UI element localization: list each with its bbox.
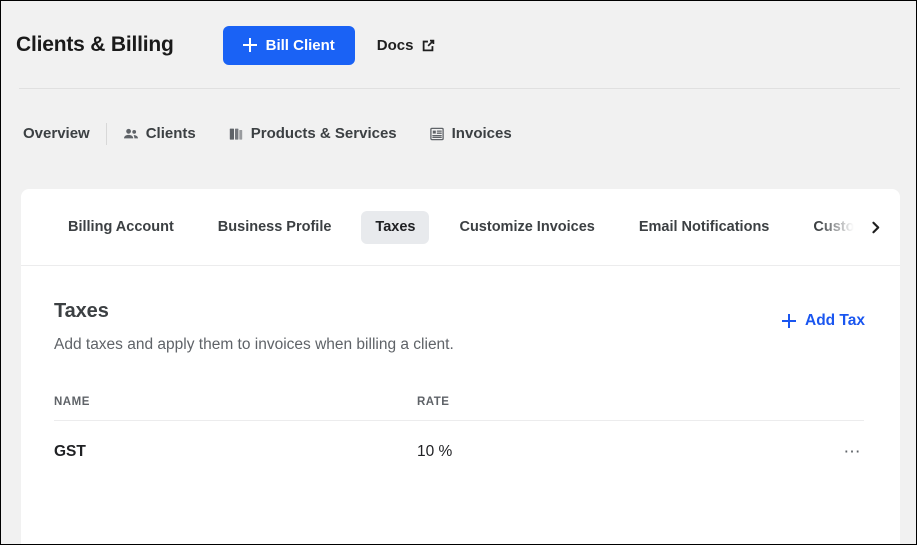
docs-link[interactable]: Docs: [377, 37, 437, 54]
tabstrip-scroll[interactable]: Billing Account Business Profile Taxes C…: [21, 189, 900, 265]
nav-item-label: Overview: [23, 125, 90, 142]
page-title: Clients & Billing: [16, 33, 174, 57]
bill-client-label: Bill Client: [266, 37, 335, 54]
page-header: Clients & Billing Bill Client Docs: [1, 1, 917, 89]
people-icon: [123, 126, 139, 142]
plus-icon: [243, 38, 257, 52]
nav-item-products-services[interactable]: Products & Services: [228, 121, 397, 146]
tab-label: Email Notifications: [639, 219, 770, 235]
tab-business-profile[interactable]: Business Profile: [204, 211, 346, 244]
tax-rate-cell: 10 %: [417, 443, 787, 461]
app-window: Clients & Billing Bill Client Docs: [0, 0, 917, 545]
tab-label: Customize Invoices: [459, 219, 594, 235]
tab-label: Taxes: [375, 219, 415, 235]
section-title: Taxes: [54, 300, 867, 323]
external-link-icon: [421, 38, 436, 53]
table-header-row: NAME RATE: [54, 396, 864, 421]
nav-item-label: Invoices: [452, 125, 512, 142]
row-actions-cell: ⋯: [787, 440, 864, 464]
taxes-section-header: Taxes Add taxes and apply them to invoic…: [54, 300, 867, 354]
tab-customize-invoices[interactable]: Customize Invoices: [445, 211, 608, 244]
add-tax-button[interactable]: Add Tax: [780, 308, 867, 334]
column-header-name: NAME: [54, 396, 417, 408]
nav-item-label: Clients: [146, 125, 196, 142]
primary-nav: Overview Clients: [1, 89, 917, 189]
invoice-icon: [429, 126, 445, 142]
settings-tabstrip: Billing Account Business Profile Taxes C…: [21, 189, 900, 266]
nav-divider: [106, 123, 107, 145]
tax-name-cell: GST: [54, 443, 417, 461]
nav-item-overview[interactable]: Overview: [23, 121, 90, 146]
tab-billing-account[interactable]: Billing Account: [54, 211, 188, 244]
column-header-rate: RATE: [417, 396, 787, 408]
chevron-right-icon[interactable]: [862, 189, 888, 265]
tab-taxes[interactable]: Taxes: [361, 211, 429, 244]
more-options-icon[interactable]: ⋯: [842, 440, 865, 464]
taxes-section: Taxes Add taxes and apply them to invoic…: [21, 266, 900, 483]
nav-item-label: Products & Services: [251, 125, 397, 142]
bill-client-button[interactable]: Bill Client: [223, 26, 355, 65]
settings-card: Billing Account Business Profile Taxes C…: [21, 189, 900, 545]
tab-label: Business Profile: [218, 219, 332, 235]
plus-icon: [782, 314, 796, 328]
tab-email-notifications[interactable]: Email Notifications: [625, 211, 784, 244]
tab-label: Custom: [813, 219, 867, 235]
section-subtitle: Add taxes and apply them to invoices whe…: [54, 336, 867, 354]
books-icon: [228, 126, 244, 142]
nav-item-invoices[interactable]: Invoices: [429, 121, 512, 146]
add-tax-label: Add Tax: [805, 312, 865, 330]
taxes-table: NAME RATE GST 10 % ⋯: [54, 396, 864, 483]
tab-label: Billing Account: [68, 219, 174, 235]
table-row[interactable]: GST 10 % ⋯: [54, 421, 864, 483]
nav-item-clients[interactable]: Clients: [123, 121, 196, 146]
docs-label: Docs: [377, 37, 414, 54]
